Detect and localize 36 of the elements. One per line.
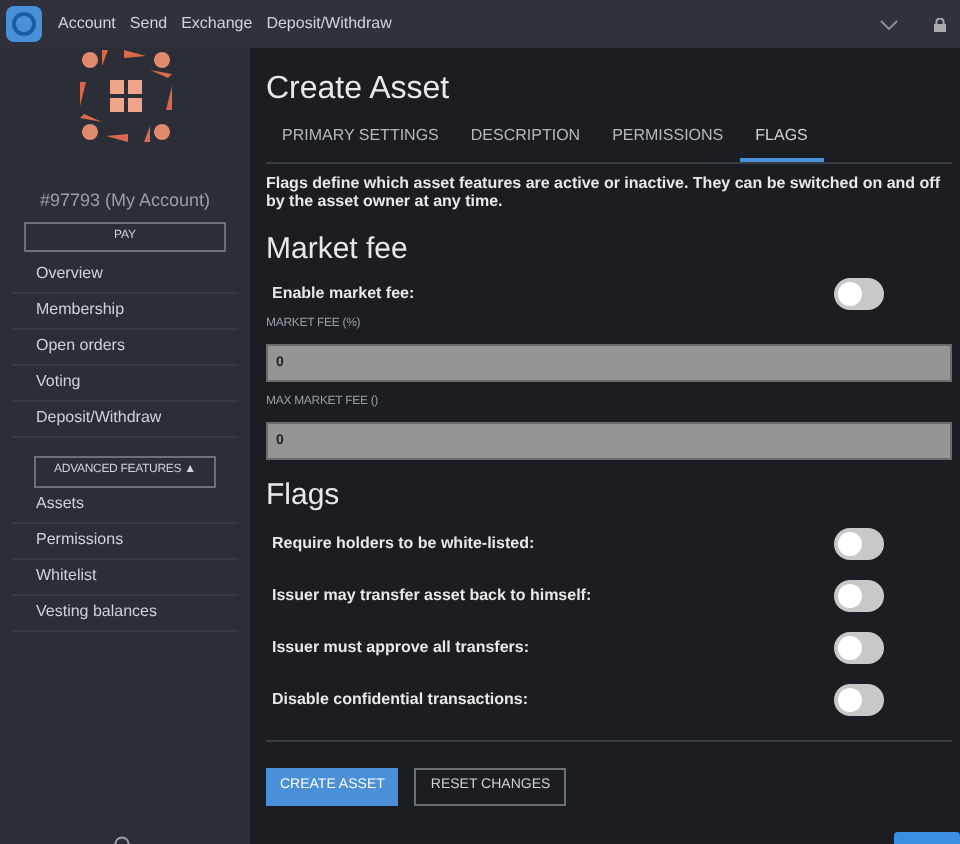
tab[interactable]: PERMISSIONS xyxy=(596,124,740,162)
account-name: #97793 (My Account) xyxy=(37,188,213,214)
toggle-label: Issuer may transfer asset back to himself: xyxy=(272,584,592,608)
nav-link[interactable]: Send xyxy=(129,12,168,36)
sidebar-item[interactable]: Permissions xyxy=(36,528,124,552)
tab[interactable]: PRIMARY SETTINGS xyxy=(266,124,455,162)
lock-icon[interactable] xyxy=(934,17,946,31)
sidebar-item[interactable]: Overview xyxy=(36,262,103,286)
nav-link[interactable]: Account xyxy=(58,12,116,36)
sidebar-item[interactable]: Vesting balances xyxy=(36,600,157,624)
toggle-label: Enable market fee: xyxy=(272,282,415,306)
nav-link[interactable]: Deposit/Withdraw xyxy=(266,12,392,36)
description-text: Flags define which asset features are active or inactive. They can be switched on and off by the asset owner at any time. xyxy=(266,174,942,210)
chevron-down-icon[interactable] xyxy=(880,19,898,29)
toggle-label: Issuer must approve all transfers: xyxy=(272,636,529,660)
sidebar-item[interactable]: Voting xyxy=(36,370,81,394)
toggle-switch[interactable] xyxy=(834,632,884,664)
tab[interactable]: DESCRIPTION xyxy=(454,124,597,162)
toggle-label: Require holders to be white-listed: xyxy=(272,532,535,556)
page-title: Create Asset xyxy=(266,70,452,110)
toggle-switch[interactable] xyxy=(834,580,884,612)
app-logo-icon[interactable] xyxy=(6,6,42,42)
toggle-switch[interactable] xyxy=(834,684,884,716)
section-heading: Flags xyxy=(266,478,342,514)
toggle-switch[interactable] xyxy=(834,278,884,310)
sidebar-item[interactable]: Open orders xyxy=(36,334,125,358)
sidebar-item[interactable]: Deposit/Withdraw xyxy=(36,406,162,430)
sidebar-item[interactable]: Membership xyxy=(36,298,125,322)
sidebar-item[interactable]: Whitelist xyxy=(36,564,97,588)
section-heading: Market fee xyxy=(266,232,410,268)
nav-link[interactable]: Exchange xyxy=(181,12,253,36)
avatar-icon xyxy=(79,50,171,142)
toggle-label: Disable confidential transactions: xyxy=(272,688,529,712)
toggle-switch[interactable] xyxy=(834,528,884,560)
sidebar-item[interactable]: Assets xyxy=(36,492,85,516)
tab[interactable]: FLAGS xyxy=(739,124,824,162)
